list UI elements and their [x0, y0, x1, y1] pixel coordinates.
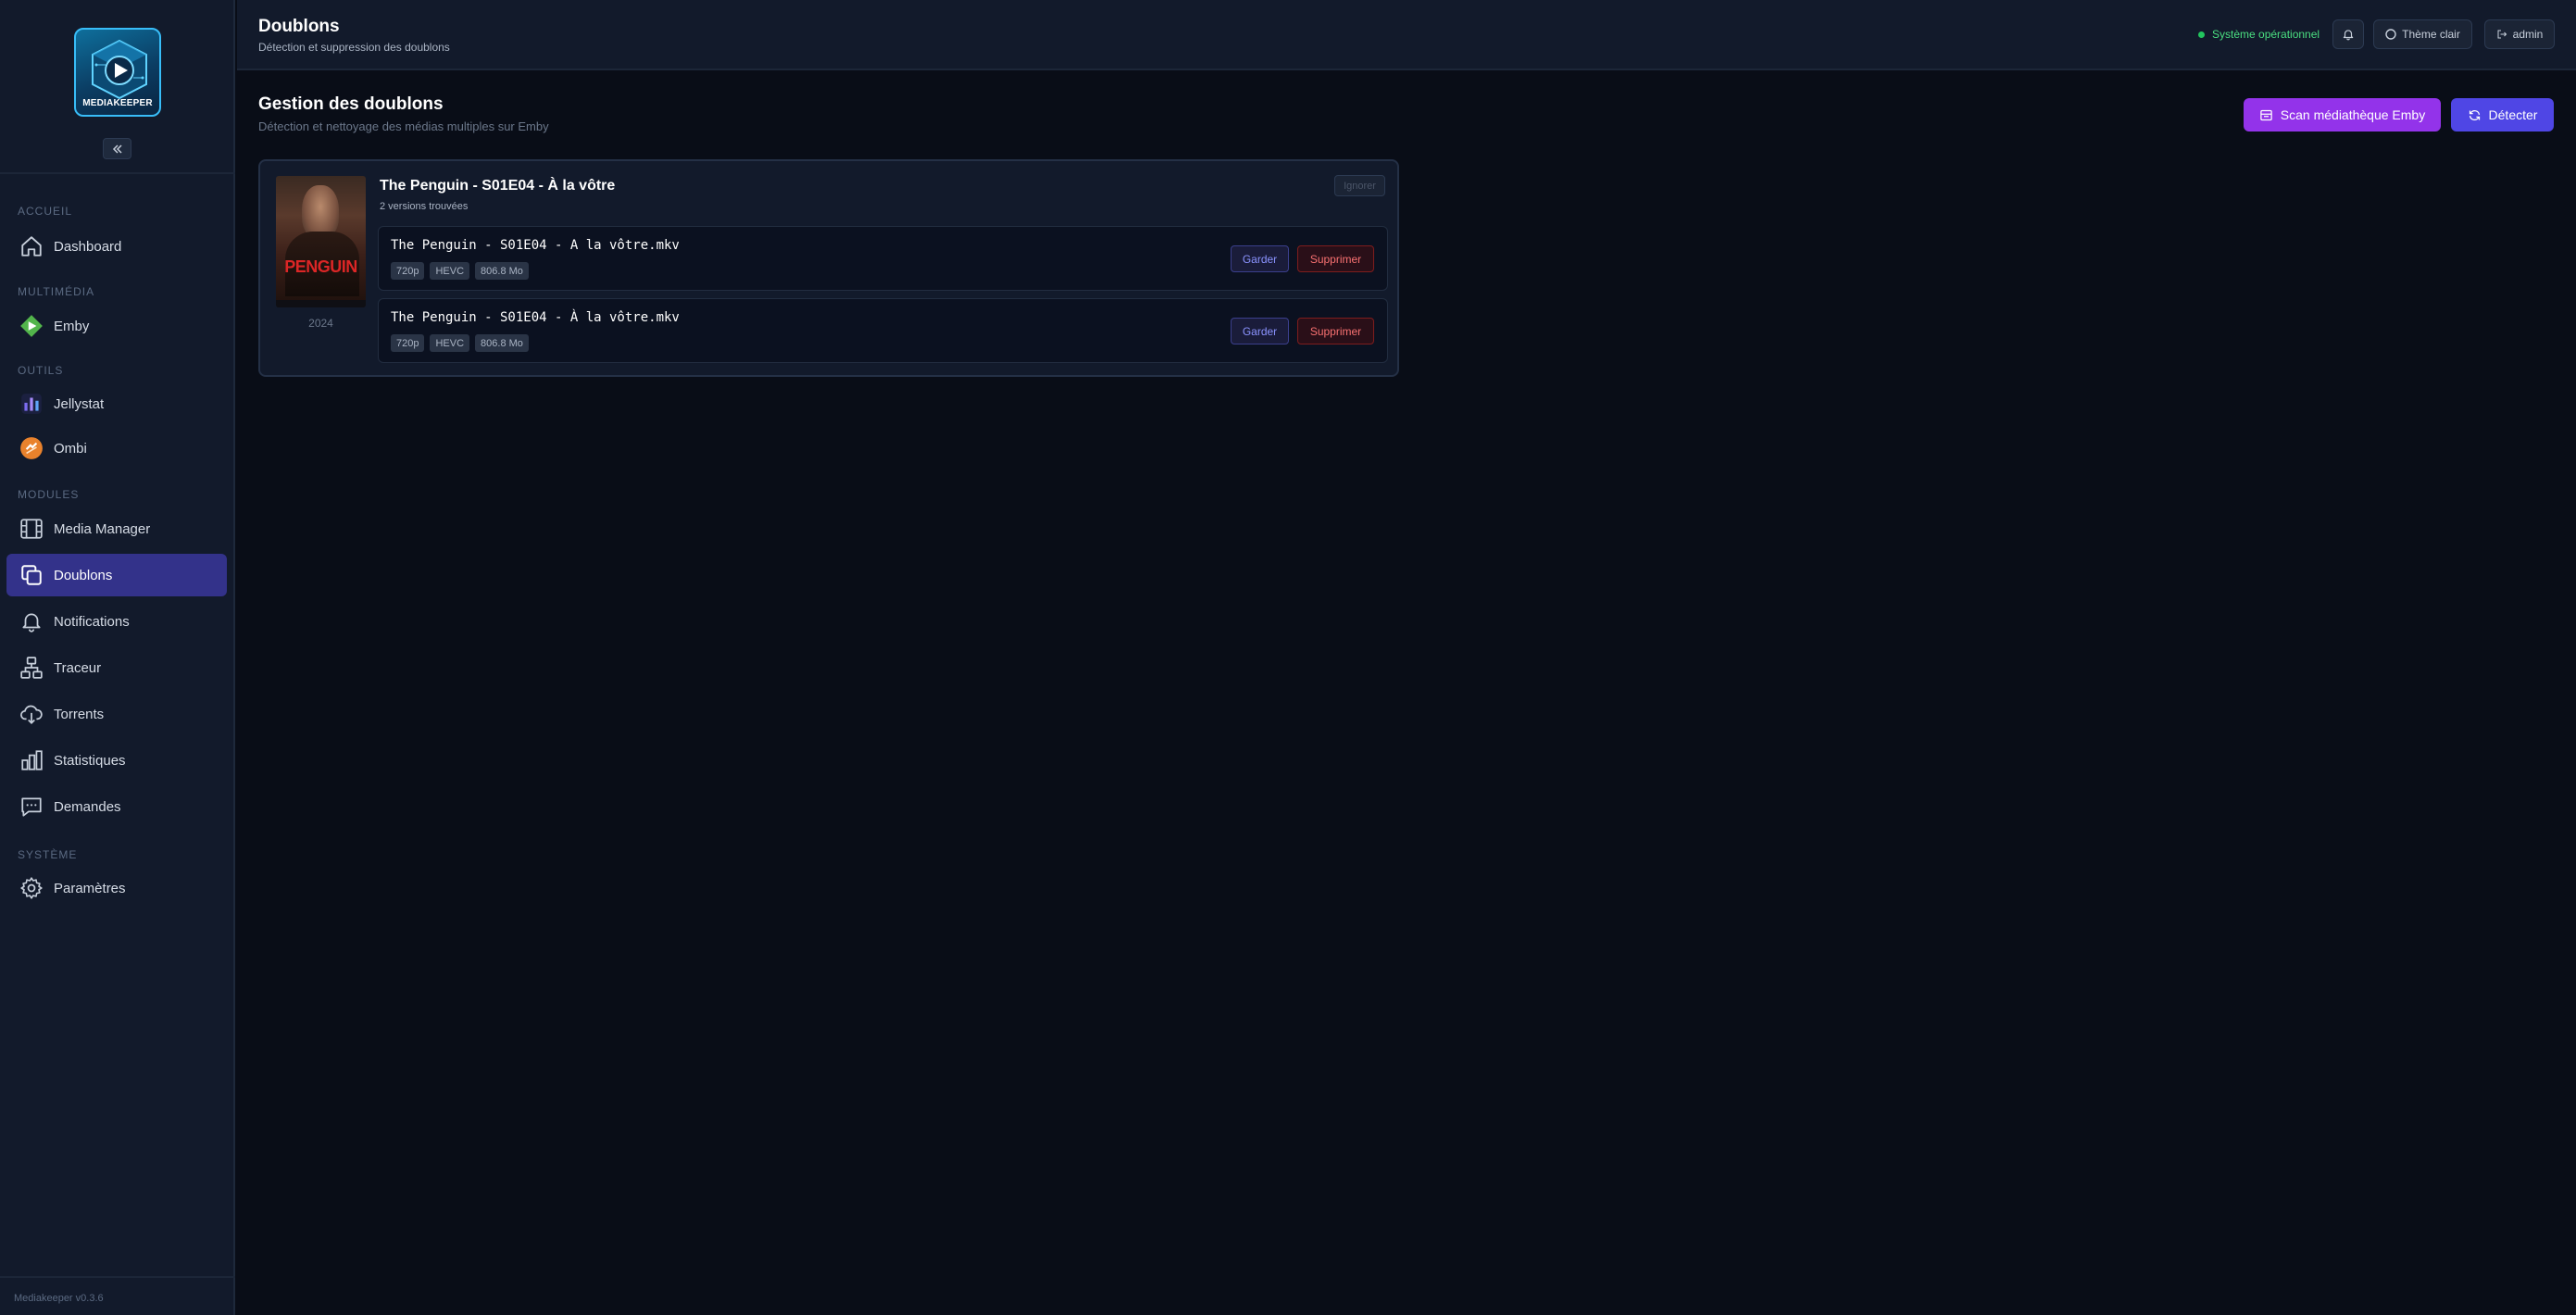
ignore-button[interactable]: Ignorer	[1334, 175, 1385, 196]
keep-button[interactable]: Garder	[1231, 245, 1289, 272]
delete-button[interactable]: Supprimer	[1297, 245, 1374, 272]
logo-cube-icon	[92, 39, 147, 100]
resolution-badge: 720p	[391, 334, 425, 352]
sidebar-divider	[0, 172, 235, 174]
copy-icon	[19, 562, 44, 588]
delete-button[interactable]: Supprimer	[1297, 318, 1374, 344]
media-year: 2024	[308, 317, 333, 330]
sidebar-item-ombi[interactable]: Ombi	[6, 427, 227, 470]
theme-toggle-button[interactable]: Thème clair	[2373, 19, 2472, 49]
page-title: Doublons	[258, 17, 340, 36]
section-subtitle: Détection et nettoyage des médias multip…	[258, 119, 549, 133]
sidebar: MEDIAKEEPER ACCUEIL Dashboard MULTIMÉDIA…	[0, 0, 235, 1315]
bar-chart-icon	[19, 747, 44, 773]
theme-toggle-label: Thème clair	[2402, 28, 2460, 41]
system-status: Système opérationnel	[2198, 28, 2320, 41]
sidebar-item-label: Dashboard	[54, 238, 122, 255]
sidebar-item-label: Jellystat	[54, 395, 105, 412]
file-name: The Penguin - S01E04 - À la vôtre.mkv	[391, 310, 680, 325]
top-bar: Doublons Détection et suppression des do…	[237, 0, 2576, 70]
app-version: Mediakeeper v0.3.6	[14, 1293, 104, 1304]
scan-library-label: Scan médiathèque Emby	[2280, 107, 2426, 122]
version-row: The Penguin - S01E04 - A la vôtre.mkv 72…	[378, 226, 1388, 291]
media-poster: PENGUIN	[276, 176, 366, 307]
bell-icon	[19, 608, 44, 634]
sidebar-item-doublons[interactable]: Doublons	[6, 554, 227, 596]
scan-library-button[interactable]: Scan médiathèque Emby	[2244, 98, 2441, 132]
home-icon	[19, 233, 44, 259]
version-row: The Penguin - S01E04 - À la vôtre.mkv 72…	[378, 298, 1388, 363]
sidebar-item-demandes[interactable]: Demandes	[6, 785, 227, 828]
poster-title-text: PENGUIN	[284, 257, 357, 276]
sidebar-item-label: Traceur	[54, 659, 102, 676]
notifications-button[interactable]	[2332, 19, 2364, 49]
section-label-accueil: ACCUEIL	[18, 205, 73, 218]
sidebar-item-label: Media Manager	[54, 520, 151, 537]
film-icon	[19, 516, 44, 542]
detect-button[interactable]: Détecter	[2451, 98, 2554, 132]
app-logo[interactable]: MEDIAKEEPER	[74, 28, 161, 117]
sidebar-item-label: Paramètres	[54, 880, 126, 896]
logout-icon	[2496, 29, 2507, 40]
size-badge: 806.8 Mo	[475, 262, 529, 280]
user-label: admin	[2512, 28, 2544, 41]
sidebar-item-label: Demandes	[54, 798, 121, 815]
section-label-multimedia: MULTIMÉDIA	[18, 285, 95, 298]
keep-button[interactable]: Garder	[1231, 318, 1289, 344]
versions-count: 2 versions trouvées	[380, 201, 469, 212]
sidebar-item-jellystat[interactable]: Jellystat	[6, 382, 227, 425]
status-dot-icon	[2198, 31, 2205, 38]
library-icon	[2259, 108, 2273, 122]
collapse-sidebar-button[interactable]	[103, 138, 131, 159]
message-icon	[19, 794, 44, 820]
network-icon	[19, 655, 44, 681]
codec-badge: HEVC	[430, 334, 470, 352]
status-text: Système opérationnel	[2212, 28, 2320, 41]
poster-strip	[276, 300, 366, 307]
sidebar-item-media-manager[interactable]: Media Manager	[6, 507, 227, 550]
group-title: The Penguin - S01E04 - À la vôtre	[380, 178, 616, 194]
section-title: Gestion des doublons	[258, 94, 444, 114]
circle-icon	[2385, 29, 2396, 40]
sidebar-item-label: Notifications	[54, 613, 130, 630]
logout-button[interactable]: admin	[2484, 19, 2555, 49]
bell-icon	[2343, 30, 2354, 41]
sidebar-item-label: Ombi	[54, 440, 87, 457]
section-label-modules: MODULES	[18, 488, 80, 501]
jellystat-icon	[19, 391, 44, 417]
sidebar-item-statistiques[interactable]: Statistiques	[6, 739, 227, 782]
duplicate-group-card: PENGUIN 2024 The Penguin - S01E04 - À la…	[258, 159, 1399, 377]
gear-icon	[19, 875, 44, 901]
section-label-outils: OUTILS	[18, 364, 64, 377]
sidebar-item-label: Torrents	[54, 706, 105, 722]
version-badges: 720p HEVC 806.8 Mo	[391, 262, 529, 280]
refresh-icon	[2468, 108, 2482, 122]
sidebar-item-dashboard[interactable]: Dashboard	[6, 225, 227, 268]
ombi-icon	[19, 435, 44, 461]
sidebar-item-label: Doublons	[54, 567, 113, 583]
logo-text: MEDIAKEEPER	[82, 98, 153, 108]
sidebar-item-traceur[interactable]: Traceur	[6, 646, 227, 689]
sidebar-item-label: Statistiques	[54, 752, 126, 769]
emby-icon	[19, 313, 44, 339]
page-subtitle: Détection et suppression des doublons	[258, 41, 450, 54]
chevrons-left-icon	[112, 144, 122, 154]
sidebar-item-torrents[interactable]: Torrents	[6, 693, 227, 735]
file-name: The Penguin - S01E04 - A la vôtre.mkv	[391, 238, 680, 253]
resolution-badge: 720p	[391, 262, 425, 280]
codec-badge: HEVC	[430, 262, 470, 280]
sidebar-divider	[0, 1276, 235, 1278]
sidebar-item-parametres[interactable]: Paramètres	[6, 867, 227, 909]
cloud-download-icon	[19, 701, 44, 727]
sidebar-item-label: Emby	[54, 318, 90, 334]
sidebar-item-emby[interactable]: Emby	[6, 305, 227, 347]
version-badges: 720p HEVC 806.8 Mo	[391, 334, 529, 352]
detect-label: Détecter	[2488, 107, 2538, 122]
section-label-systeme: SYSTÈME	[18, 848, 78, 861]
size-badge: 806.8 Mo	[475, 334, 529, 352]
sidebar-item-notifications[interactable]: Notifications	[6, 600, 227, 643]
